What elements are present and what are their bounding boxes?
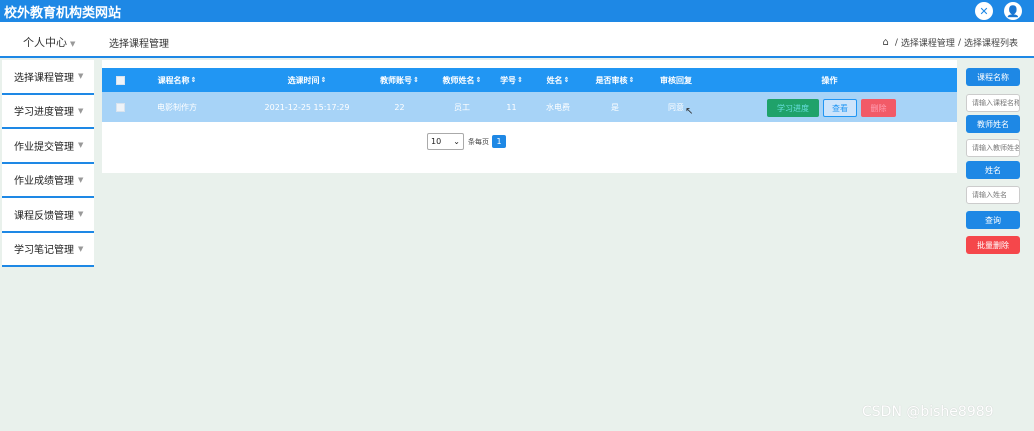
pagination: 10 ⌄ 条每页 1 bbox=[427, 133, 506, 150]
sidebar-item-label: 作业成绩管理 bbox=[14, 176, 74, 188]
user-icon[interactable]: 👤 bbox=[1004, 2, 1022, 20]
column-header-select-time[interactable]: 选课时间 ⇕ bbox=[252, 68, 362, 92]
fullscreen-toggle-icon[interactable]: ✕ bbox=[975, 2, 993, 20]
app-header: 校外教育机构类网站 ✕ 👤 bbox=[0, 0, 1034, 22]
teacher-name-input[interactable]: 请输入教师姓名 bbox=[966, 139, 1020, 157]
sidebar-item-notes[interactable]: 学习笔记管理 ▼ bbox=[2, 233, 94, 267]
sidebar-item-course-selection[interactable]: 选择课程管理 ▼ bbox=[2, 60, 94, 95]
home-icon[interactable]: ⌂ bbox=[883, 37, 889, 48]
main-content: 课程名称 ⇕ 选课时间 ⇕ 教师账号 ⇕ 教师姓名 ⇕ 学号 ⇕ 姓名 ⇕ 是否审核 ⇕ 审核… bbox=[102, 60, 957, 173]
course-name-input[interactable]: 请输入课程名称 bbox=[966, 94, 1020, 112]
view-button[interactable]: 查看 bbox=[823, 99, 857, 117]
row-checkbox[interactable] bbox=[114, 92, 126, 122]
page-size-value: 10 bbox=[431, 137, 442, 146]
query-button[interactable]: 查询 bbox=[966, 211, 1020, 229]
table-row[interactable]: 电影制作方 2021-12-25 15:17:29 22 员工 11 水电费 是… bbox=[102, 92, 957, 122]
batch-delete-button[interactable]: 批量删除 bbox=[966, 236, 1020, 254]
cell-student-name: 水电费 bbox=[546, 102, 570, 112]
teacher-name-button[interactable]: 教师姓名 bbox=[966, 115, 1020, 133]
sidebar-item-feedback[interactable]: 课程反馈管理 ▼ bbox=[2, 198, 94, 233]
column-header-course-name[interactable]: 课程名称 ⇕ bbox=[147, 68, 207, 92]
course-name-button[interactable]: 课程名称 bbox=[966, 68, 1020, 86]
user-center-label: 个人中心 bbox=[23, 36, 67, 49]
breadcrumb-item[interactable]: 选择课程管理 bbox=[901, 36, 955, 49]
chevron-down-icon: ▼ bbox=[78, 244, 84, 253]
sidebar-item-homework-submit[interactable]: 作业提交管理 ▼ bbox=[2, 129, 94, 164]
watermark: CSDN @bishe8989 bbox=[862, 404, 994, 420]
per-page-label: 条每页 bbox=[468, 137, 489, 146]
cell-course-name: 电影制作方 bbox=[157, 102, 197, 112]
column-header-student-name[interactable]: 姓名 ⇕ bbox=[537, 68, 579, 92]
sidebar-item-progress[interactable]: 学习进度管理 ▼ bbox=[2, 95, 94, 129]
column-header-teacher-account[interactable]: 教师账号 ⇕ bbox=[372, 68, 427, 92]
column-header-reply: 审核回复 bbox=[660, 75, 692, 85]
cell-teacher-account: 22 bbox=[394, 102, 405, 112]
chevron-down-icon: ▼ bbox=[78, 210, 84, 219]
chevron-down-icon: ▼ bbox=[78, 72, 84, 81]
cell-student-id: 11 bbox=[506, 102, 517, 112]
cell-approved: 是 bbox=[611, 102, 619, 112]
table-header: 课程名称 ⇕ 选课时间 ⇕ 教师账号 ⇕ 教师姓名 ⇕ 学号 ⇕ 姓名 ⇕ 是否审核 ⇕ 审核… bbox=[102, 68, 957, 92]
sidebar: 选择课程管理 ▼ 学习进度管理 ▼ 作业提交管理 ▼ 作业成绩管理 ▼ 课程反馈管理 ▼ … bbox=[2, 60, 94, 267]
app-title: 校外教育机构类网站 bbox=[4, 6, 122, 21]
user-center-menu[interactable]: 个人中心 ▼ bbox=[23, 34, 75, 50]
sidebar-item-label: 学习笔记管理 bbox=[14, 245, 74, 257]
page-number-button[interactable]: 1 bbox=[492, 135, 506, 148]
column-header-student-id[interactable]: 学号 ⇕ bbox=[494, 68, 529, 92]
sidebar-item-label: 课程反馈管理 bbox=[14, 210, 74, 222]
column-header-approved[interactable]: 是否审核 ⇕ bbox=[585, 68, 645, 92]
breadcrumb-separator: / bbox=[894, 37, 898, 48]
chevron-down-icon: ⌄ bbox=[453, 137, 460, 146]
sub-header: 个人中心 ▼ 选择课程管理 ⌂ / 选择课程管理 / 选择课程列表 bbox=[0, 22, 1034, 58]
page-size-select[interactable]: 10 ⌄ bbox=[427, 133, 464, 150]
sidebar-item-label: 学习进度管理 bbox=[14, 107, 74, 119]
sidebar-item-homework-grades[interactable]: 作业成绩管理 ▼ bbox=[2, 164, 94, 198]
sidebar-item-label: 选择课程管理 bbox=[14, 72, 74, 84]
breadcrumb: ⌂ / 选择课程管理 / 选择课程列表 bbox=[883, 36, 1018, 49]
chevron-down-icon: ▼ bbox=[78, 106, 84, 115]
column-header-actions: 操作 bbox=[821, 75, 838, 85]
cell-reply: 同意 bbox=[668, 102, 684, 112]
student-name-button[interactable]: 姓名 bbox=[966, 161, 1020, 179]
cell-teacher-name: 员工 bbox=[454, 102, 470, 112]
mouse-cursor-icon: ↖ bbox=[685, 106, 694, 117]
cell-select-time: 2021-12-25 15:17:29 bbox=[264, 102, 350, 112]
column-header-teacher-name[interactable]: 教师姓名 ⇕ bbox=[432, 68, 492, 92]
chevron-down-icon: ▼ bbox=[70, 40, 76, 48]
page-title: 选择课程管理 bbox=[109, 39, 169, 50]
breadcrumb-item: 选择课程列表 bbox=[963, 39, 1018, 49]
chevron-down-icon: ▼ bbox=[78, 141, 84, 150]
breadcrumb-separator: / bbox=[957, 37, 961, 48]
select-all-checkbox[interactable] bbox=[114, 68, 126, 92]
study-progress-button[interactable]: 学习进度 bbox=[767, 99, 819, 117]
chevron-down-icon: ▼ bbox=[78, 175, 84, 184]
delete-button[interactable]: 删除 bbox=[861, 99, 896, 117]
student-name-input[interactable]: 请输入姓名 bbox=[966, 186, 1020, 204]
sidebar-item-label: 作业提交管理 bbox=[14, 141, 74, 153]
